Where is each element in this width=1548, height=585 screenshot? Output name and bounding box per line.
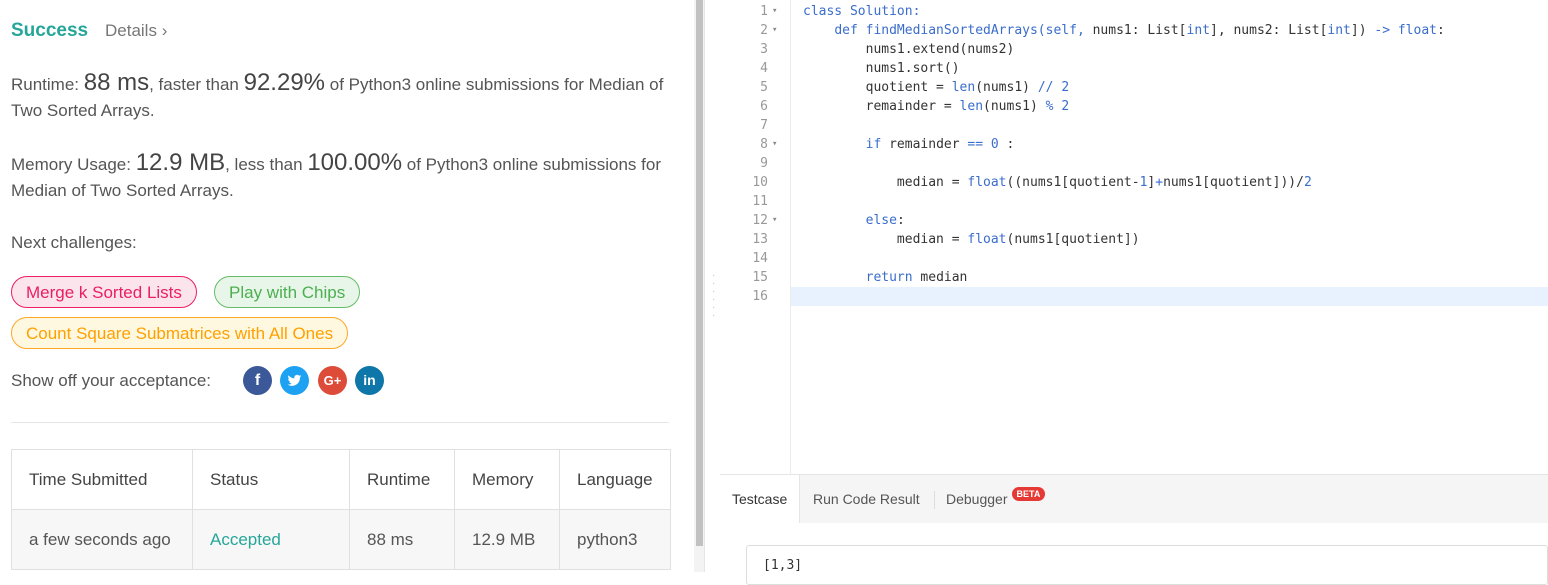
runtime-mid: , faster than — [149, 75, 244, 94]
tab-testcase[interactable]: Testcase — [720, 475, 801, 523]
divider — [11, 422, 669, 423]
code-line: nums1.extend(nums2) — [803, 42, 1015, 57]
panel-splitter[interactable]: · · · · · · — [704, 0, 721, 572]
line-number: 7 — [760, 118, 768, 133]
line-number: 11 — [752, 194, 768, 209]
runtime-stat: Runtime: 88 ms, faster than 92.29% of Py… — [11, 70, 681, 124]
header-language[interactable]: Language — [559, 449, 671, 510]
tab-debugger-label: Debugger — [946, 491, 1008, 507]
fold-arrow-icon[interactable]: ▾ — [772, 21, 784, 40]
line-number: 15 — [752, 270, 768, 285]
code-line: else: — [865, 213, 905, 228]
tab-run-code-result[interactable]: Run Code Result — [813, 475, 920, 523]
cell-language: python3 — [559, 509, 671, 570]
line-number: 3 — [760, 42, 768, 57]
code-line: remainder = len(nums1) % 2 — [803, 99, 1070, 114]
header-time-submitted[interactable]: Time Submitted — [11, 449, 193, 510]
beta-badge: BETA — [1011, 487, 1046, 501]
cell-runtime: 88 ms — [349, 509, 455, 570]
memory-prefix: Memory Usage: — [11, 155, 136, 174]
challenge-merge-k-sorted-lists[interactable]: Merge k Sorted Lists — [11, 276, 197, 308]
line-number: 12 — [752, 213, 768, 228]
tab-separator — [934, 491, 935, 509]
header-runtime[interactable]: Runtime — [349, 449, 455, 510]
line-number: 4 — [760, 61, 768, 76]
header-memory[interactable]: Memory — [454, 449, 560, 510]
twitter-icon[interactable] — [280, 366, 309, 395]
runtime-prefix: Runtime: — [11, 75, 84, 94]
details-label: Details — [105, 21, 157, 40]
google-plus-icon[interactable]: G+ — [318, 366, 347, 395]
line-number: 1 — [760, 4, 768, 19]
memory-percent: 100.00% — [307, 149, 403, 176]
line-number: 5 — [760, 80, 768, 95]
runtime-value: 88 ms — [83, 69, 150, 96]
console-tabs: Testcase Run Code Result Debugger BETA — [720, 474, 1548, 523]
line-number: 16 — [752, 289, 768, 304]
line-number: 8 — [760, 137, 768, 152]
drag-handle-icon: · · · · · · — [712, 270, 716, 321]
chevron-right-icon: › — [161, 21, 168, 40]
testcase-input[interactable]: [1,3] — [746, 545, 1548, 585]
line-number: 6 — [760, 99, 768, 114]
memory-mid: , less than — [225, 155, 308, 174]
table-header-row: Time Submitted Status Runtime Memory Lan… — [11, 449, 671, 510]
line-number: 2 — [760, 23, 768, 38]
linkedin-icon[interactable]: in — [355, 366, 384, 395]
active-line-highlight — [791, 287, 1548, 306]
line-number: 14 — [752, 251, 768, 266]
submission-result-panel: Success Details › Runtime: 88 ms, faster… — [0, 0, 694, 572]
line-gutter: 1 2 3 4 5 6 7 8 9 10 11 12 13 14 15 16 ▾… — [720, 0, 791, 474]
status-success: Success — [11, 20, 89, 41]
code-line: median = float(nums1[quotient]) — [803, 232, 1140, 247]
code-panel: 1 2 3 4 5 6 7 8 9 10 11 12 13 14 15 16 ▾… — [720, 0, 1548, 585]
fold-arrow-icon[interactable]: ▾ — [772, 2, 784, 21]
code-line: return median — [865, 270, 968, 285]
cell-status-accepted[interactable]: Accepted — [192, 509, 350, 570]
fold-arrow-icon[interactable]: ▾ — [772, 211, 784, 230]
code-editor[interactable]: 1 2 3 4 5 6 7 8 9 10 11 12 13 14 15 16 ▾… — [720, 0, 1548, 474]
line-number: 13 — [752, 232, 768, 247]
next-challenges-title: Next challenges: — [11, 233, 137, 252]
details-link[interactable]: Details › — [105, 21, 167, 41]
submissions-table: Time Submitted Status Runtime Memory Lan… — [11, 449, 671, 570]
challenge-count-square-submatrices[interactable]: Count Square Submatrices with All Ones — [11, 317, 349, 349]
memory-value: 12.9 MB — [135, 149, 226, 176]
code-line: median = float((nums1[quotient-1]+nums1[… — [803, 175, 1312, 190]
runtime-percent: 92.29% — [243, 69, 326, 96]
code-line: quotient = len(nums1) // 2 — [803, 80, 1070, 95]
cell-memory: 12.9 MB — [454, 509, 560, 570]
table-row: a few seconds ago Accepted 88 ms 12.9 MB… — [11, 509, 671, 570]
left-scrollbar-thumb[interactable] — [696, 0, 703, 546]
code-line: class Solution: — [803, 4, 921, 19]
line-number: 10 — [752, 175, 768, 190]
code-line: if remainder == 0 : — [865, 137, 1015, 152]
line-number: 9 — [760, 156, 768, 171]
header-status[interactable]: Status — [192, 449, 350, 510]
cell-time-submitted: a few seconds ago — [11, 509, 193, 570]
tab-debugger[interactable]: Debugger BETA — [946, 475, 1046, 523]
memory-stat: Memory Usage: 12.9 MB, less than 100.00%… — [11, 150, 681, 204]
fold-arrow-icon[interactable]: ▾ — [772, 135, 784, 154]
code-line: nums1.sort() — [803, 61, 960, 76]
result-header: Success Details › — [11, 20, 167, 42]
share-label: Show off your acceptance: — [11, 371, 212, 390]
facebook-icon[interactable]: f — [243, 366, 272, 395]
challenge-play-with-chips[interactable]: Play with Chips — [214, 276, 361, 308]
code-line: def findMedianSortedArrays(self, nums1: … — [834, 23, 1445, 38]
